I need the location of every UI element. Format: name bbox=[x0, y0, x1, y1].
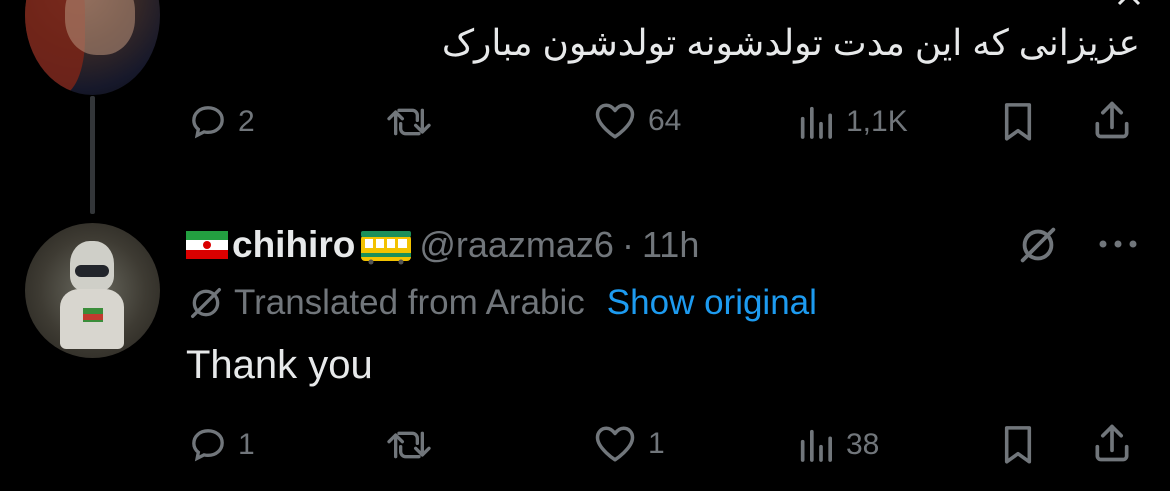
author-row: chihiro @raazmaz6 · 11h bbox=[186, 222, 699, 268]
bookmark-icon bbox=[998, 100, 1038, 142]
reply-icon bbox=[188, 425, 228, 465]
like-button[interactable]: 64 bbox=[592, 100, 681, 142]
train-icon bbox=[359, 229, 413, 265]
retweet-button[interactable] bbox=[385, 102, 433, 142]
bookmark-icon bbox=[998, 423, 1038, 465]
timestamp[interactable]: 11h bbox=[642, 224, 699, 266]
views-count: 1,1K bbox=[846, 105, 908, 138]
reply-icon bbox=[188, 102, 228, 142]
views-button[interactable]: 1,1K bbox=[796, 102, 908, 142]
views-count: 38 bbox=[846, 428, 880, 461]
retweet-button-2[interactable] bbox=[385, 425, 433, 465]
bookmark-button[interactable] bbox=[998, 100, 1038, 142]
more-icon[interactable] bbox=[1097, 237, 1139, 251]
reply-button-2[interactable]: 1 bbox=[188, 425, 255, 465]
close-icon[interactable] bbox=[1115, 0, 1143, 8]
like-icon bbox=[592, 100, 638, 142]
thread-connector-line bbox=[90, 96, 95, 214]
reply-button[interactable]: 2 bbox=[188, 102, 255, 142]
flag-iran-icon bbox=[186, 231, 228, 259]
share-button[interactable] bbox=[1090, 98, 1134, 142]
like-count: 64 bbox=[648, 104, 682, 137]
views-icon bbox=[796, 102, 836, 142]
tweet2-text: Thank you bbox=[186, 343, 373, 387]
like-count: 1 bbox=[648, 427, 665, 460]
share-icon bbox=[1090, 98, 1134, 142]
share-icon bbox=[1090, 421, 1134, 465]
views-icon bbox=[796, 425, 836, 465]
avatar-tweet1[interactable] bbox=[25, 0, 160, 95]
views-button-2[interactable]: 38 bbox=[796, 425, 879, 465]
reply-count: 1 bbox=[238, 428, 255, 461]
retweet-icon bbox=[385, 102, 433, 142]
reply-count: 2 bbox=[238, 105, 255, 138]
share-button-2[interactable] bbox=[1090, 421, 1134, 465]
retweet-icon bbox=[385, 425, 433, 465]
like-icon bbox=[592, 423, 638, 465]
display-name[interactable]: chihiro bbox=[232, 224, 355, 266]
avatar-tweet2[interactable] bbox=[25, 223, 160, 358]
grok-icon[interactable] bbox=[1015, 222, 1061, 268]
translate-icon bbox=[186, 283, 226, 323]
tweet1-text: عزیزانی که این مدت تولدشونه تولدشون مبار… bbox=[441, 22, 1140, 63]
handle[interactable]: @raazmaz6 bbox=[419, 224, 614, 266]
separator-dot: · bbox=[621, 224, 634, 265]
like-button-2[interactable]: 1 bbox=[592, 423, 665, 465]
show-original-link[interactable]: Show original bbox=[607, 283, 817, 323]
bookmark-button-2[interactable] bbox=[998, 423, 1038, 465]
translation-row: Translated from Arabic Show original bbox=[186, 283, 817, 323]
translated-label: Translated from Arabic bbox=[234, 283, 585, 322]
